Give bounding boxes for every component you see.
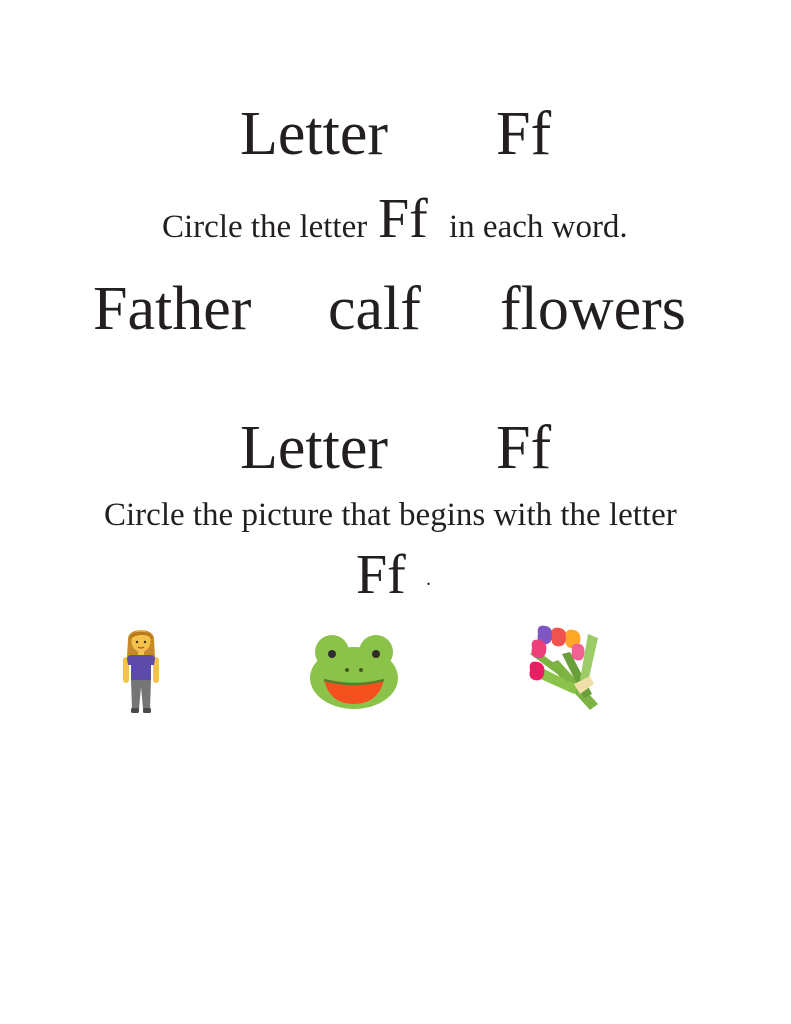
title-letter-word-2: Letter: [240, 414, 389, 482]
instruction-1-after: in each word.: [449, 209, 628, 245]
title-letter-ff-1: Ff: [496, 100, 552, 168]
word-calf: calf: [328, 275, 421, 343]
title-letter-word-1: Letter: [240, 100, 389, 168]
frog-icon[interactable]: [308, 630, 400, 712]
word-father: Father: [93, 275, 252, 343]
instruction-2-period: .: [426, 568, 431, 590]
bouquet-icon[interactable]: [528, 624, 608, 716]
title-letter-ff-2: Ff: [496, 414, 552, 482]
instruction-2: Circle the picture that begins with the …: [104, 497, 677, 533]
woman-icon[interactable]: [118, 625, 164, 715]
word-flowers: flowers: [500, 275, 686, 343]
instruction-1-before: Circle the letter: [162, 209, 368, 245]
instruction-1-letter: Ff: [378, 188, 428, 250]
instruction-2-letter: Ff: [356, 544, 406, 606]
